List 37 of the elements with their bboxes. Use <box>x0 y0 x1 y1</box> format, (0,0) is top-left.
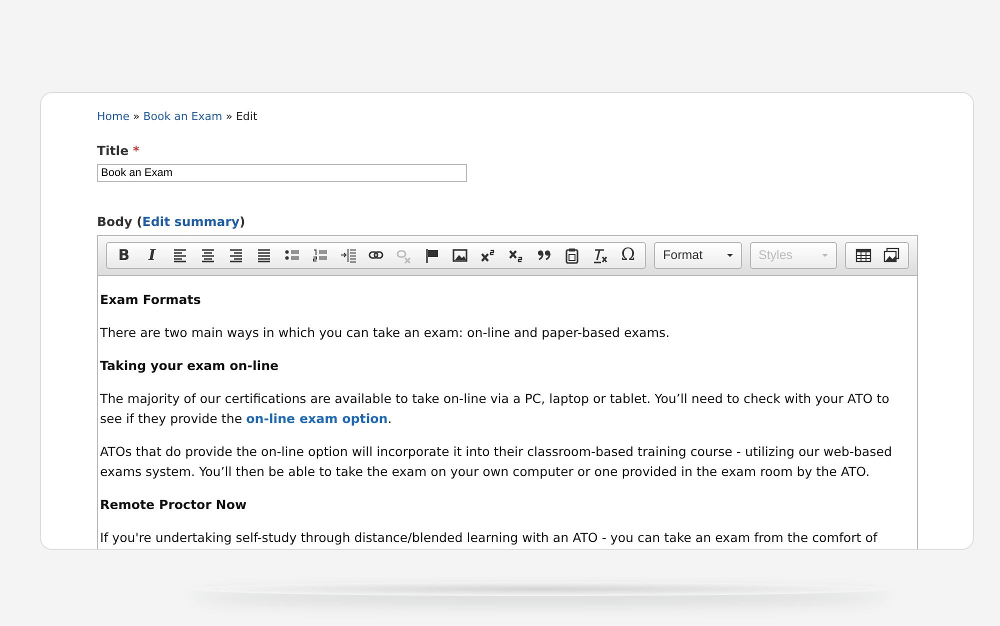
content-paragraph: ATOs that do provide the on-line option will incorporate it into their classroom-based training course - utilizing our web-based exams system. You’ll then be able to take the exam on your own computer or one provided in the exam room by the ATO. <box>100 443 893 481</box>
content-heading: Taking your exam on-line <box>100 357 280 375</box>
bold-button[interactable]: B <box>110 243 138 268</box>
content-heading: Exam Formats <box>100 291 202 309</box>
breadcrumb-separator: » <box>224 110 234 123</box>
title-label: Title <box>97 142 129 158</box>
italic-button[interactable]: I <box>138 243 166 268</box>
indent-icon[interactable] <box>340 247 356 264</box>
numbered-list-icon[interactable] <box>312 247 328 264</box>
breadcrumb-link[interactable]: Book an Exam <box>143 110 222 123</box>
image-icon[interactable] <box>452 247 468 264</box>
flag-icon[interactable] <box>424 247 440 264</box>
superscript-icon[interactable] <box>480 247 496 264</box>
body-label: Body <box>97 214 132 230</box>
edit-summary-link[interactable]: Edit summary <box>142 214 240 230</box>
gallery-icon[interactable] <box>882 247 900 264</box>
align-center-icon[interactable] <box>200 247 216 264</box>
required-mark: * <box>132 142 140 158</box>
content-paragraph: The majority of our certifications are available to take on-line via a PC, laptop or tablet. You’ll need to check with your ATO to see if they provide the on-line exam option. <box>100 390 890 428</box>
align-left-icon[interactable] <box>172 247 188 264</box>
special-character-button[interactable]: Ω <box>614 243 642 268</box>
content-paragraph: If you're undertaking self-study through distance/blended learning with an ATO - you can take an exam from the comfort of <box>100 529 878 547</box>
format-dropdown[interactable]: Format <box>654 242 742 269</box>
breadcrumb-separator: » <box>132 110 141 123</box>
breadcrumb-current: Edit <box>236 110 258 123</box>
content-heading: Remote Proctor Now <box>100 496 248 514</box>
justify-icon[interactable] <box>256 247 272 264</box>
table-icon[interactable] <box>854 247 872 264</box>
exam-option-link[interactable]: on-line exam option <box>246 411 388 426</box>
align-right-icon[interactable] <box>228 247 244 264</box>
parenthesis: ( <box>136 214 142 230</box>
paste-from-word-icon[interactable] <box>564 247 580 264</box>
breadcrumb-link[interactable]: Home <box>97 110 130 123</box>
title-input[interactable]: Book an Exam <box>97 164 467 182</box>
clear-format-icon[interactable] <box>592 247 608 264</box>
content-paragraph: There are two main ways in which you can take an exam: on-line and paper-based exams. <box>100 324 671 342</box>
parenthesis: ) <box>240 214 246 230</box>
